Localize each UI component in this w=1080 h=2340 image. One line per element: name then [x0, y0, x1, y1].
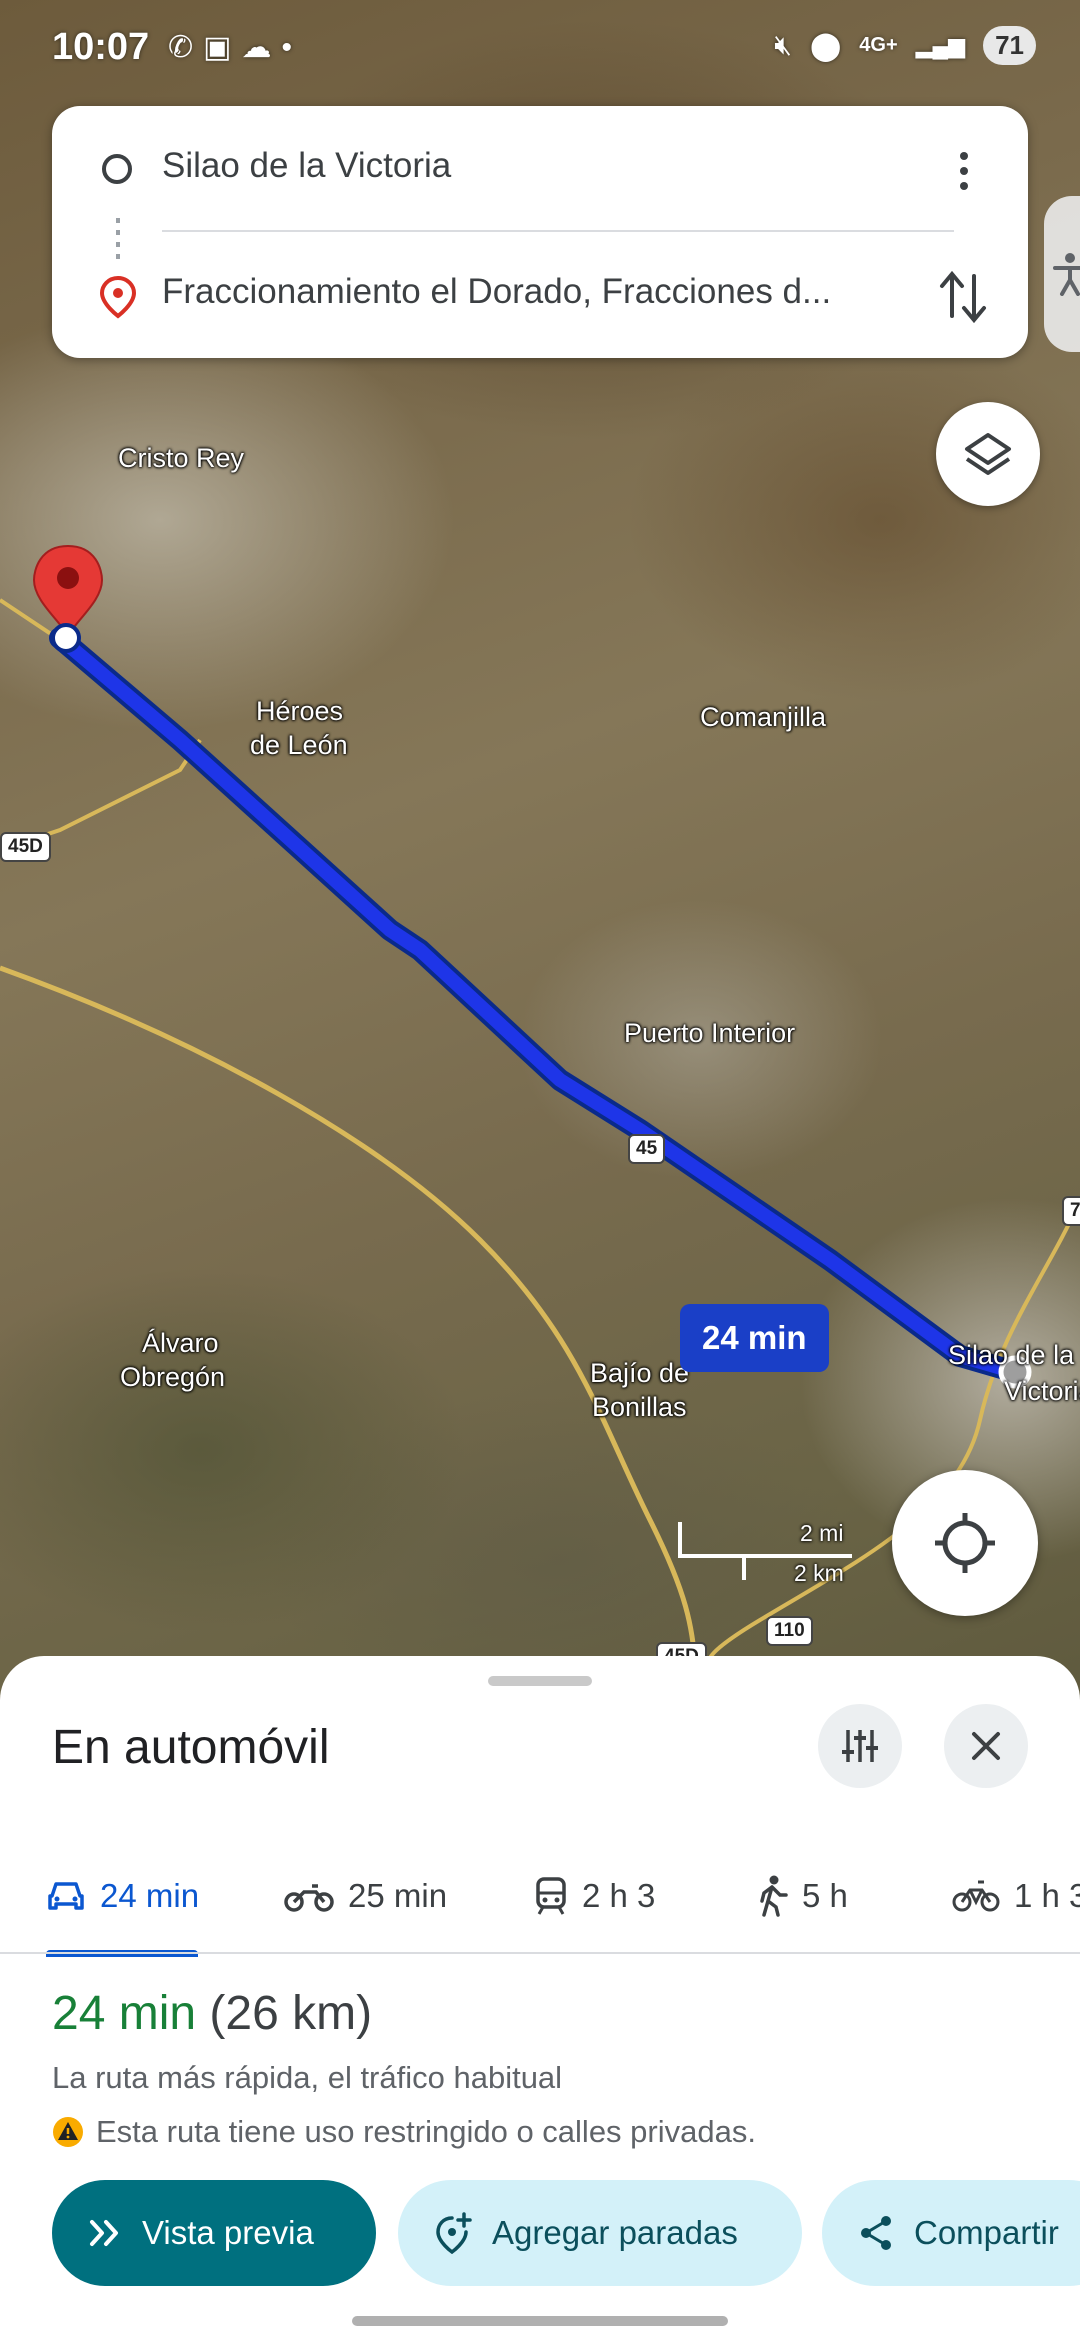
place-puerto-interior[interactable]: Puerto Interior	[624, 1016, 795, 1050]
add-stops-button[interactable]: Agregar paradas	[398, 2180, 802, 2286]
route-options-button[interactable]	[818, 1704, 902, 1788]
origin-field[interactable]: Silao de la Victoria	[162, 146, 942, 186]
highway-shield-45d: 45D	[0, 832, 51, 862]
tab-walk-label: 5 h	[802, 1877, 848, 1914]
travel-mode-tabs: 24 min 25 min 2 h 3 5 h 1 h 3	[0, 1836, 1080, 1957]
cloud-icon: ☁	[241, 31, 282, 64]
tabs-divider	[0, 1952, 1080, 1954]
my-location-button[interactable]	[892, 1470, 1038, 1616]
camera-icon: ▣	[203, 31, 242, 64]
gesture-nav-bar[interactable]	[352, 2316, 728, 2326]
whatsapp-icon: ✆	[168, 31, 204, 64]
signal-icon: ▂▄▆	[915, 32, 966, 58]
battery-indicator: 71	[983, 26, 1036, 65]
route-dots-icon	[116, 218, 120, 262]
directions-sheet: En automóvil 24 min 25 min 2 h 3 5 h 1 h…	[0, 1656, 1080, 2340]
preview-button[interactable]: Vista previa	[52, 2180, 376, 2286]
place-bajio-1[interactable]: Bajío de	[590, 1356, 689, 1390]
car-icon	[48, 1882, 84, 1910]
share-icon	[861, 2216, 891, 2250]
route-warning-text: Esta ruta tiene uso restringido o calles…	[96, 2114, 756, 2149]
tab-bike-label: 1 h 3	[1014, 1877, 1080, 1914]
add-location-icon	[436, 2212, 472, 2254]
more-options-icon[interactable]	[944, 146, 984, 196]
status-time: 10:07	[52, 26, 150, 68]
highway-shield-110: 110	[766, 1616, 813, 1646]
layers-button[interactable]	[936, 402, 1040, 506]
double-chevron-icon	[90, 2220, 118, 2246]
transit-icon	[536, 1877, 566, 1915]
walk-icon	[760, 1875, 788, 1917]
crosshair-icon	[935, 1513, 995, 1573]
route-summary: 24 min (26 km)	[52, 1986, 372, 2041]
highway-shield-45: 45	[628, 1134, 666, 1164]
location-icon: ⬤	[809, 30, 842, 61]
destination-pin-small-icon	[99, 276, 137, 319]
place-alvaro-1[interactable]: Álvaro	[142, 1326, 219, 1360]
place-cristo-rey[interactable]: Cristo Rey	[118, 441, 244, 475]
mute-icon: 🔇︎	[774, 29, 792, 60]
bike-icon	[952, 1880, 1000, 1912]
tune-icon	[842, 1730, 878, 1762]
sheet-title: En automóvil	[52, 1721, 330, 1774]
scale-km-label: 2 km	[794, 1560, 844, 1586]
map-scale: 2 mi 2 km	[676, 1520, 856, 1586]
tab-transit[interactable]: 2 h 3	[534, 1836, 655, 1956]
route-duration: 24 min	[52, 1987, 197, 2040]
tab-car[interactable]: 24 min	[46, 1836, 199, 1956]
scale-mi-label: 2 mi	[800, 1520, 844, 1546]
route-time-bubble[interactable]: 24 min	[680, 1304, 829, 1372]
status-left-icons: ✆▣☁•	[168, 30, 302, 65]
layers-icon	[965, 433, 1011, 475]
add-stops-label: Agregar paradas	[492, 2214, 738, 2251]
place-heroes-2[interactable]: de León	[250, 728, 348, 762]
tab-motorcycle[interactable]: 25 min	[284, 1836, 447, 1956]
close-button[interactable]	[944, 1704, 1028, 1788]
route-description: La ruta más rápida, el tráfico habitual	[52, 2060, 563, 2095]
route-warning: Esta ruta tiene uso restringido o calles…	[52, 2114, 756, 2150]
swap-directions-icon[interactable]	[938, 266, 988, 326]
preview-label: Vista previa	[142, 2214, 314, 2251]
origin-circle-icon	[102, 154, 132, 184]
place-silao-1[interactable]: Silao de la	[948, 1338, 1074, 1372]
status-right-icons: 🔇︎ ⬤ 4G+ ▂▄▆ 71	[774, 26, 1036, 65]
field-divider	[162, 230, 954, 232]
place-alvaro-2[interactable]: Obregón	[120, 1360, 225, 1394]
tab-car-label: 24 min	[100, 1877, 200, 1914]
close-icon	[972, 1732, 1000, 1760]
place-silao-2[interactable]: Victoria	[1004, 1374, 1080, 1408]
accessibility-tab[interactable]	[1044, 196, 1080, 352]
route-search-card: Silao de la Victoria Fraccionamiento el …	[52, 106, 1028, 358]
highway-shield-7: 7	[1062, 1196, 1080, 1226]
sheet-drag-handle[interactable]	[488, 1676, 592, 1686]
destination-field[interactable]: Fraccionamiento el Dorado, Fracciones d.…	[162, 272, 942, 312]
route-distance: (26 km)	[209, 1987, 373, 2040]
tab-transit-label: 2 h 3	[582, 1877, 656, 1914]
warning-icon	[53, 2117, 83, 2147]
status-bar: 10:07 ✆▣☁• 🔇︎ ⬤ 4G+ ▂▄▆ 71	[0, 0, 1080, 100]
place-heroes-1[interactable]: Héroes	[256, 694, 343, 728]
share-label: Compartir	[914, 2214, 1059, 2251]
place-bajio-2[interactable]: Bonillas	[592, 1390, 687, 1424]
tab-motorcycle-label: 25 min	[348, 1877, 448, 1914]
dot-icon: •	[281, 31, 303, 64]
tab-walk[interactable]: 5 h	[756, 1836, 848, 1956]
network-label: 4G+	[859, 34, 898, 56]
tab-bike[interactable]: 1 h 3	[952, 1836, 1080, 1956]
place-comanjilla[interactable]: Comanjilla	[700, 700, 826, 734]
motorcycle-icon	[284, 1884, 334, 1912]
accessibility-icon	[1053, 253, 1080, 296]
share-button[interactable]: Compartir	[822, 2180, 1080, 2286]
